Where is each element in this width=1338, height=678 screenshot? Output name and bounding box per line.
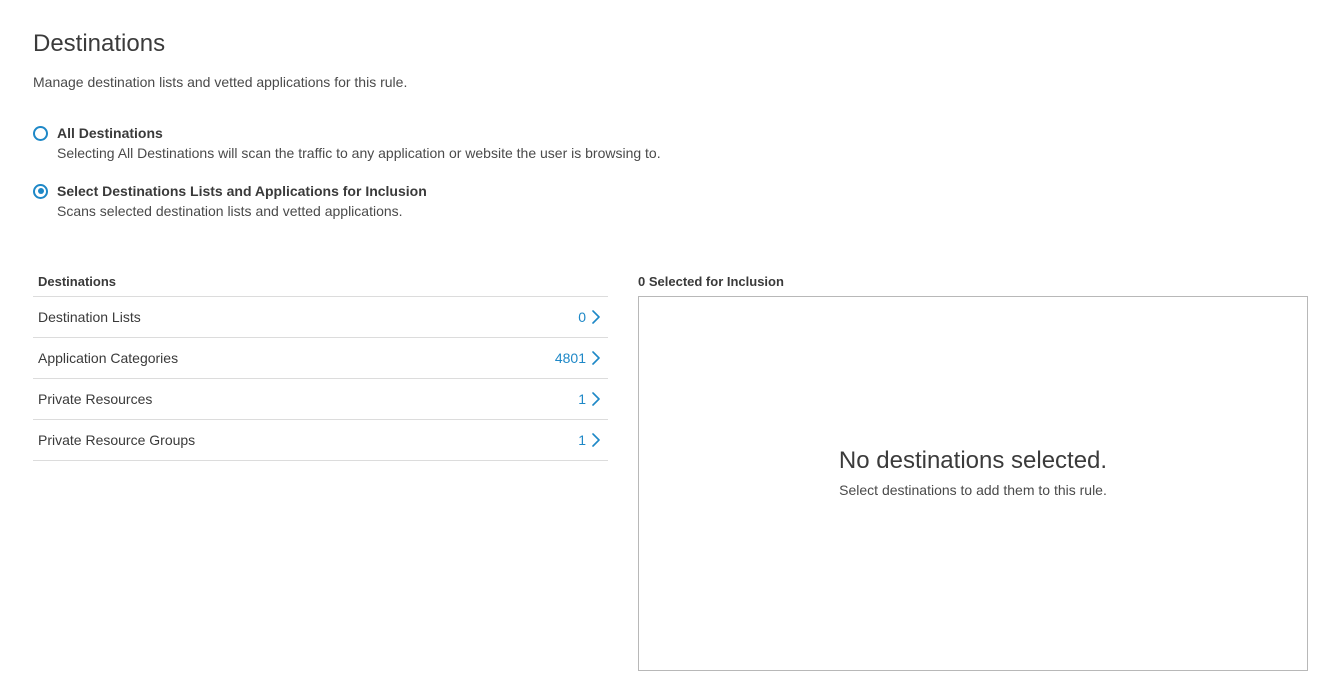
select-destinations-option[interactable]: Select Destinations Lists and Applicatio…: [33, 182, 933, 220]
destination-row-count: 0: [578, 309, 586, 325]
page-subtitle: Manage destination lists and vetted appl…: [33, 74, 408, 90]
empty-state-description: Select destinations to add them to this …: [839, 481, 1107, 498]
destinations-panel-header: Destinations: [33, 272, 608, 297]
destinations-page: Destinations Manage destination lists an…: [0, 0, 1338, 678]
chevron-right-icon[interactable]: [592, 392, 600, 406]
destination-row-private-resources[interactable]: Private Resources 1: [33, 379, 608, 420]
destination-row-application-categories[interactable]: Application Categories 4801: [33, 338, 608, 379]
destination-row-meta: 1: [578, 432, 600, 448]
selected-destinations-box: No destinations selected. Select destina…: [638, 296, 1308, 671]
destination-row-count: 1: [578, 391, 586, 407]
destination-row-label: Application Categories: [38, 350, 179, 366]
select-destinations-radio[interactable]: [33, 183, 48, 199]
destination-row-label: Private Resource Groups: [38, 432, 196, 448]
chevron-right-icon[interactable]: [592, 433, 600, 447]
chevron-right-icon[interactable]: [592, 310, 600, 324]
destination-row-meta: 0: [578, 309, 600, 325]
select-destinations-description: Scans selected destination lists and vet…: [57, 203, 403, 219]
destination-row-label: Destination Lists: [38, 309, 141, 325]
destination-row-label: Private Resources: [38, 391, 153, 407]
destination-row-count: 1: [578, 432, 586, 448]
select-destinations-radio-row[interactable]: Select Destinations Lists and Applicatio…: [33, 182, 933, 200]
selected-count-header: 0 Selected for Inclusion: [638, 274, 784, 289]
chevron-right-icon[interactable]: [592, 351, 600, 365]
empty-state-title: No destinations selected.: [838, 446, 1108, 474]
all-destinations-radio[interactable]: [33, 125, 48, 141]
page-title: Destinations: [33, 30, 166, 57]
destination-row-count: 4801: [554, 350, 586, 366]
destination-row-meta: 4801: [555, 350, 600, 366]
all-destinations-description: Selecting All Destinations will scan the…: [57, 145, 661, 161]
destination-row-private-resource-groups[interactable]: Private Resource Groups 1: [33, 420, 608, 461]
all-destinations-label[interactable]: All Destinations: [57, 125, 163, 141]
all-destinations-option[interactable]: All Destinations Selecting All Destinati…: [33, 124, 933, 162]
destinations-panel: Destinations Destination Lists 0 Applica…: [33, 272, 608, 461]
all-destinations-radio-row[interactable]: All Destinations: [33, 124, 933, 142]
destination-row-destination-lists[interactable]: Destination Lists 0: [33, 297, 608, 338]
destination-row-meta: 1: [578, 391, 600, 407]
select-destinations-label[interactable]: Select Destinations Lists and Applicatio…: [57, 183, 427, 199]
